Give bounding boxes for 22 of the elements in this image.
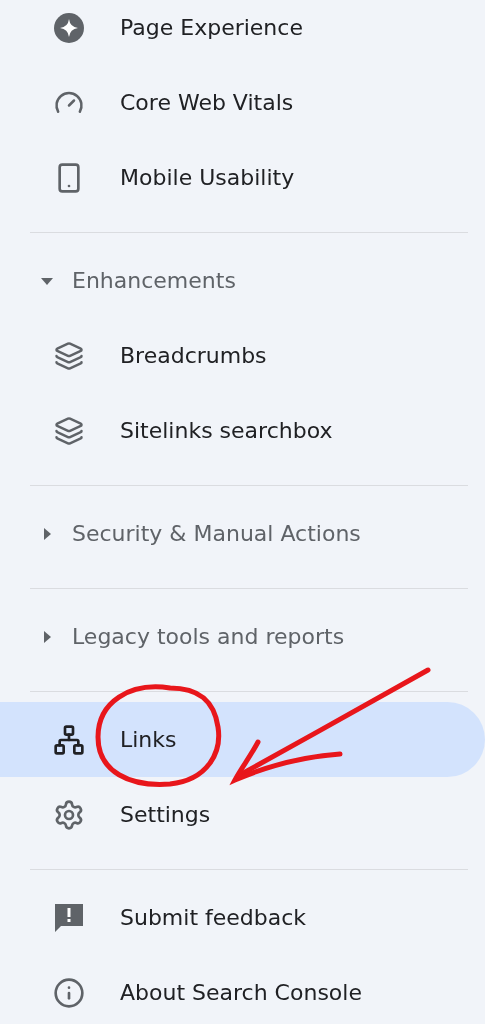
network-icon — [53, 723, 85, 756]
section-title: Enhancements — [72, 268, 236, 293]
nav-item[interactable]: Links — [0, 702, 485, 777]
layers-icon — [54, 415, 84, 446]
nav-item[interactable]: Submit feedback — [0, 880, 485, 955]
info-icon — [53, 976, 85, 1009]
nav-item[interactable]: Breadcrumbs — [0, 318, 485, 393]
nav-item[interactable]: About Search Console — [0, 955, 485, 1024]
nav-item[interactable]: Settings — [0, 777, 485, 852]
section-header[interactable]: Enhancements — [0, 243, 485, 318]
nav-item[interactable]: Sitelinks searchbox — [0, 393, 485, 468]
sparkle-circle-icon — [54, 12, 84, 43]
section-title: Security & Manual Actions — [72, 521, 361, 546]
nav-item[interactable]: Mobile Usability — [0, 140, 485, 215]
nav-item[interactable]: Page Experience — [0, 0, 485, 65]
section-header[interactable]: Legacy tools and reports — [0, 599, 485, 674]
section-header[interactable]: Security & Manual Actions — [0, 496, 485, 571]
section-title: Legacy tools and reports — [72, 624, 345, 649]
layers-icon — [54, 340, 84, 371]
nav-item[interactable]: Core Web Vitals — [0, 65, 485, 140]
feedback-icon — [53, 901, 85, 934]
settings-icon — [53, 798, 85, 831]
